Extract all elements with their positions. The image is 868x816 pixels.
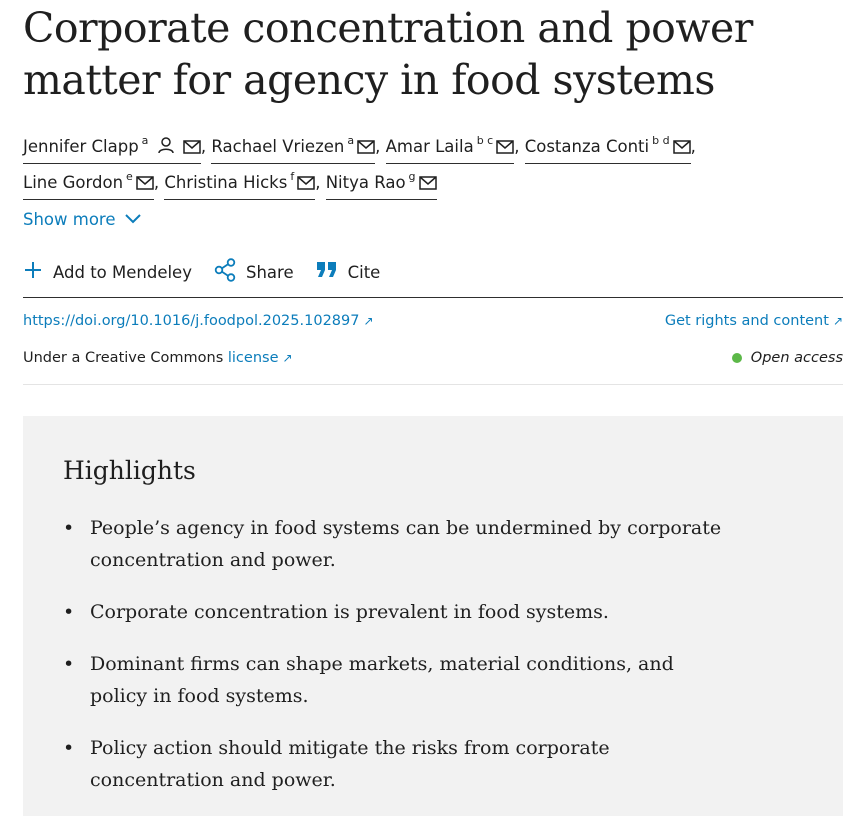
author-line-gordon[interactable]: Line Gordon e [23,164,154,200]
rights-text: Get rights and content [664,313,829,329]
author-amar-laila[interactable]: Amar Laila b c [385,128,515,164]
envelope-icon[interactable] [357,136,375,162]
highlights-title: Highlights [63,456,196,485]
envelope-icon[interactable] [297,172,315,198]
affiliation-marker: b c [476,134,494,147]
highlights-box: Highlights People’s agency in food syste… [23,416,843,816]
author-separator: , [200,137,207,156]
add-to-mendeley-label: Add to Mendeley [53,262,192,282]
open-access-badge: Open access [731,350,843,366]
quote-icon [316,261,338,283]
affiliation-marker: a [347,134,355,147]
person-icon[interactable] [157,136,175,162]
affiliation-marker: b d [652,134,670,147]
external-link-icon: ↗ [832,314,843,328]
envelope-icon[interactable] [136,172,154,198]
affiliation-marker: e [126,170,133,183]
author-separator: , [153,173,160,192]
highlight-item: Policy action should mitigate the risks … [63,732,723,796]
highlight-item: Dominant firms can shape markets, materi… [63,648,723,712]
author-name: Line Gordon [23,173,124,192]
author-separator: , [690,137,696,156]
share-label: Share [245,262,294,282]
envelope-icon[interactable] [183,136,201,162]
author-name: Costanza Conti [524,137,650,156]
affiliation-marker: a [141,134,149,147]
chevron-down-icon [124,210,142,229]
highlight-item: People’s agency in food systems can be u… [63,512,723,576]
affiliation-marker: f [290,170,295,183]
license-line: Under a Creative Commons license ↗ [23,350,293,366]
share-button[interactable]: Share [214,258,294,286]
envelope-icon[interactable] [418,172,437,198]
divider [23,297,843,298]
show-more-button[interactable]: Show more [23,210,142,229]
license-link-text: license [227,350,279,366]
envelope-icon[interactable] [496,136,514,162]
author-name: Christina Hicks [164,173,288,192]
article-actions: Add to Mendeley Share Cite [23,258,402,286]
open-access-label: Open access [750,350,843,366]
author-separator: , [514,137,520,156]
author-name: Jennifer Clapp [23,137,139,156]
author-list: Jennifer Clapp a , Rachael Vriezen a, Amar… [23,128,843,200]
external-link-icon: ↗ [282,351,293,365]
author-christina-hicks[interactable]: Christina Hicks f [164,164,316,200]
author-name: Rachael Vriezen [211,137,345,156]
cite-button[interactable]: Cite [316,261,381,283]
author-nitya-rao[interactable]: Nitya Rao g [325,164,437,200]
affiliation-marker: g [408,170,416,183]
author-separator: , [315,173,321,192]
cite-label: Cite [347,262,381,282]
license-link[interactable]: license ↗ [228,350,293,366]
share-icon [214,258,236,286]
show-more-label: Show more [23,210,116,229]
author-name: Amar Laila [385,137,474,156]
plus-icon [23,260,43,284]
doi-link[interactable]: https://doi.org/10.1016/j.foodpol.2025.1… [23,313,374,329]
author-name: Nitya Rao [325,173,406,192]
highlights-list: People’s agency in food systems can be u… [63,512,723,816]
add-to-mendeley-button[interactable]: Add to Mendeley [23,260,192,284]
article-title: Corporate concentration and power matter… [23,4,753,104]
highlight-item: Corporate concentration is prevalent in … [63,596,723,628]
external-link-icon: ↗ [363,314,374,328]
author-separator: , [375,137,381,156]
open-access-dot-icon [731,353,742,363]
author-jennifer-clapp[interactable]: Jennifer Clapp a [23,128,201,164]
author-rachael-vriezen[interactable]: Rachael Vriezen a [211,128,376,164]
license-prefix: Under a Creative Commons [23,350,224,366]
rights-and-content-link[interactable]: Get rights and content ↗ [665,313,843,329]
divider [23,384,843,385]
author-costanza-conti[interactable]: Costanza Conti b d [524,128,691,164]
envelope-icon[interactable] [672,136,691,162]
doi-text: https://doi.org/10.1016/j.foodpol.2025.1… [23,313,360,329]
